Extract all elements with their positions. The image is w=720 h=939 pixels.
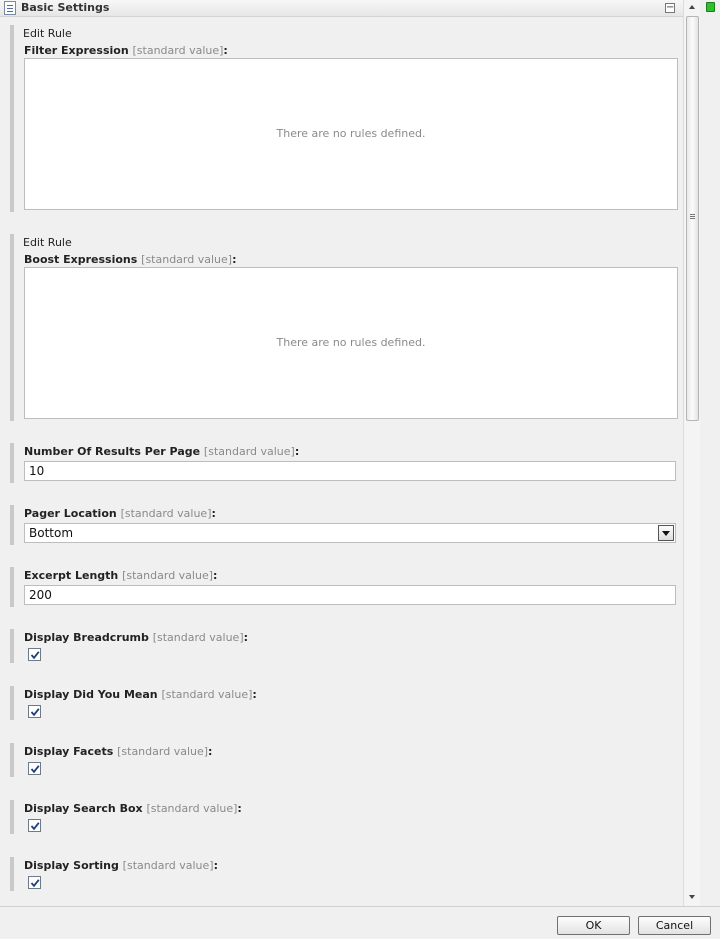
boost-empty-message: There are no rules defined. [276,336,426,349]
display-search-box-checkbox[interactable] [28,819,41,832]
results-per-page-label-text: Number Of Results Per Page [24,445,201,458]
field-indicator-bar [10,25,14,212]
display-breadcrumb-label: Display Breadcrumb [standard value]: [24,631,249,644]
excerpt-length-label-text: Excerpt Length [24,569,119,582]
basic-settings-panel: Basic Settings − Edit Rule Filter Expres… [0,0,683,906]
results-per-page-input[interactable] [24,461,676,481]
display-breadcrumb-checkbox[interactable] [28,648,41,661]
pager-location-value: Bottom [29,526,74,540]
standard-value-tag: [standard value] [122,569,214,582]
standard-value-tag: [standard value] [203,445,295,458]
standard-value-tag: [standard value] [120,507,212,520]
field-indicator-bar [10,443,14,483]
excerpt-length-input[interactable] [24,585,676,605]
display-sorting-label: Display Sorting [standard value]: [24,859,218,872]
display-facets-label-text: Display Facets [24,745,114,758]
filter-expression-label-text: Filter Expression [24,44,129,57]
display-sorting-label-text: Display Sorting [24,859,119,872]
vertical-scrollbar[interactable] [683,0,700,906]
standard-value-tag: [standard value] [132,44,224,57]
dialog-footer: OK Cancel [0,906,720,939]
standard-value-tag: [standard value] [152,631,244,644]
validation-ok-icon [706,2,715,12]
scroll-thumb[interactable] [686,16,699,421]
display-search-box-label: Display Search Box [standard value]: [24,802,242,815]
display-sorting-checkbox[interactable] [28,876,41,889]
validation-strip [701,0,720,906]
standard-value-tag: [standard value] [117,745,209,758]
field-indicator-bar [10,800,14,834]
filter-empty-message: There are no rules defined. [276,127,426,140]
field-indicator-bar [10,567,14,607]
display-breadcrumb-label-text: Display Breadcrumb [24,631,149,644]
collapse-icon[interactable]: − [665,3,675,13]
standard-value-tag: [standard value] [161,688,253,701]
scroll-up-arrow-icon[interactable] [684,0,701,14]
cancel-button[interactable]: Cancel [638,916,711,935]
standard-value-tag: [standard value] [141,253,233,266]
field-indicator-bar [10,629,14,663]
results-per-page-label: Number Of Results Per Page [standard val… [24,445,300,458]
display-facets-label: Display Facets [standard value]: [24,745,213,758]
field-indicator-bar [10,234,14,421]
display-did-you-mean-label-text: Display Did You Mean [24,688,158,701]
filter-expression-rule-box[interactable]: There are no rules defined. [24,58,678,210]
boost-expressions-label-text: Boost Expressions [24,253,138,266]
display-did-you-mean-checkbox[interactable] [28,705,41,718]
grip-icon [690,214,695,215]
display-search-box-label-text: Display Search Box [24,802,143,815]
filter-edit-rule-link[interactable]: Edit Rule [23,27,72,40]
field-indicator-bar [10,743,14,777]
boost-expressions-label: Boost Expressions [standard value]: [24,253,237,266]
scroll-down-arrow-icon[interactable] [684,890,701,904]
display-facets-checkbox[interactable] [28,762,41,775]
excerpt-length-label: Excerpt Length [standard value]: [24,569,218,582]
display-did-you-mean-label: Display Did You Mean [standard value]: [24,688,257,701]
pager-location-label-text: Pager Location [24,507,117,520]
section-title: Basic Settings [21,1,110,14]
field-indicator-bar [10,857,14,891]
chevron-down-icon[interactable] [658,525,674,541]
ok-button[interactable]: OK [557,916,630,935]
standard-value-tag: [standard value] [122,859,214,872]
field-indicator-bar [10,505,14,545]
boost-expressions-rule-box[interactable]: There are no rules defined. [24,267,678,419]
section-icon [4,1,16,15]
section-header[interactable]: Basic Settings − [0,0,683,17]
boost-edit-rule-link[interactable]: Edit Rule [23,236,72,249]
standard-value-tag: [standard value] [146,802,238,815]
pager-location-label: Pager Location [standard value]: [24,507,216,520]
field-indicator-bar [10,686,14,720]
pager-location-select[interactable]: Bottom [24,523,676,543]
filter-expression-label: Filter Expression [standard value]: [24,44,228,57]
